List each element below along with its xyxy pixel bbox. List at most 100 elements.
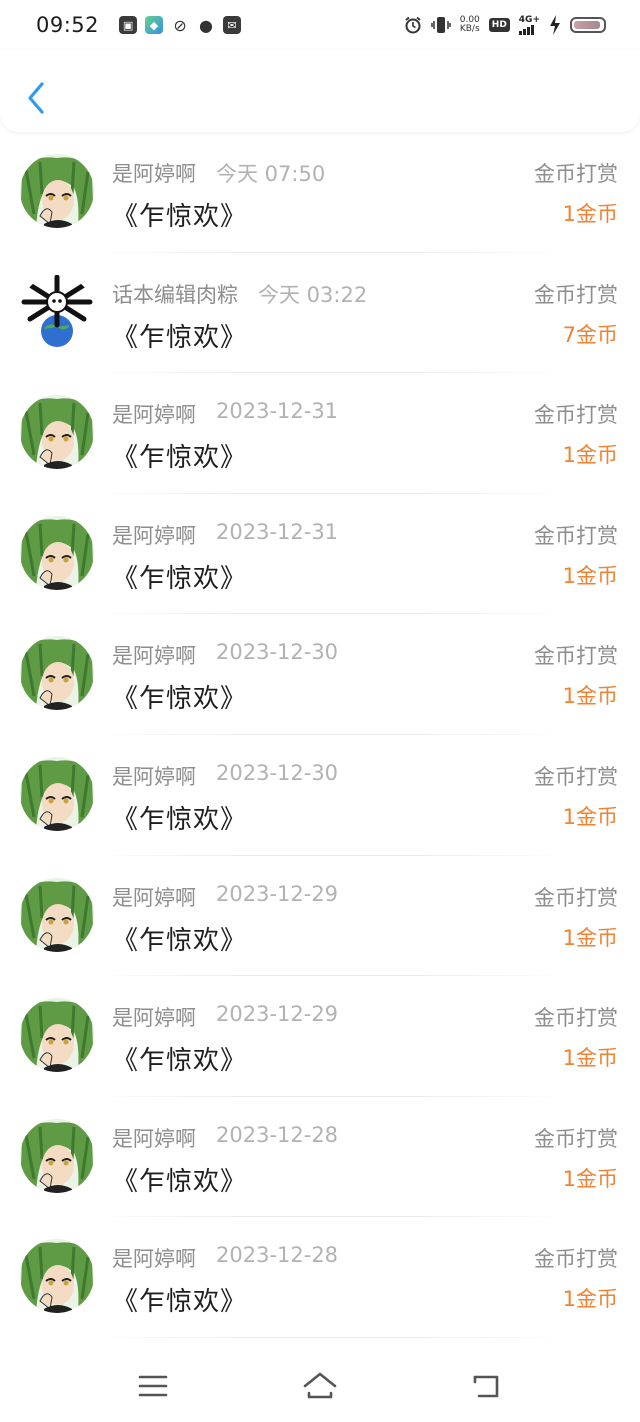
- user-name[interactable]: 是阿婷啊: [112, 761, 196, 791]
- reward-row[interactable]: 话本编辑肉粽 今天 03:22 《乍惊欢》 金币打赏 7金币: [0, 253, 640, 374]
- green-hair-anime-icon: [20, 395, 94, 470]
- reward-type: 金币打赏: [534, 1247, 618, 1272]
- user-name[interactable]: 是阿婷啊: [112, 399, 196, 429]
- menu-button[interactable]: [133, 1366, 173, 1406]
- nfc-icon: ▣: [119, 16, 138, 34]
- chevron-left-icon: [28, 82, 44, 114]
- reward-type: 金币打赏: [534, 644, 618, 669]
- meta-line: 是阿婷啊 2023-12-31: [112, 399, 338, 429]
- reward-time: 2023-12-28: [216, 1243, 339, 1268]
- green-hair-anime-avatar[interactable]: [20, 515, 94, 590]
- green-hair-anime-avatar[interactable]: [20, 756, 94, 831]
- user-name[interactable]: 是阿婷啊: [112, 1002, 196, 1032]
- green-hair-anime-icon: [20, 756, 94, 831]
- green-hair-anime-icon: [20, 1239, 94, 1314]
- cellular-signal: 4G+: [518, 15, 540, 35]
- menu-icon: [139, 1375, 168, 1397]
- meta-line: 是阿婷啊 2023-12-31: [112, 520, 338, 550]
- reward-time: 2023-12-31: [216, 519, 339, 544]
- reward-amount: 1金币: [562, 443, 618, 468]
- green-hair-anime-icon: [20, 636, 94, 711]
- book-title: 《乍惊欢》: [112, 322, 248, 353]
- reward-time: 今天 07:50: [216, 162, 326, 186]
- reward-amount: 1金币: [562, 684, 618, 709]
- reward-row[interactable]: 是阿婷啊 2023-12-30 《乍惊欢》 金币打赏 1金币: [0, 614, 640, 735]
- green-hair-anime-icon: [20, 1118, 94, 1193]
- alarm-icon: [405, 16, 421, 34]
- reward-type: 金币打赏: [534, 162, 618, 186]
- reward-amount: 1金币: [562, 1046, 618, 1071]
- green-hair-anime-avatar[interactable]: [20, 998, 94, 1073]
- user-name[interactable]: 是阿婷啊: [112, 520, 196, 550]
- reward-amount: 1金币: [562, 563, 618, 588]
- reward-time: 2023-12-30: [216, 760, 339, 785]
- green-hair-anime-avatar[interactable]: [20, 636, 94, 711]
- user-name[interactable]: 是阿婷啊: [112, 1123, 196, 1153]
- back-nav-button[interactable]: [467, 1366, 507, 1406]
- reward-row[interactable]: 是阿婷啊 2023-12-31 《乍惊欢》 金币打赏 1金币: [0, 494, 640, 615]
- reward-time: 今天 03:22: [258, 282, 368, 307]
- book-title: 《乍惊欢》: [112, 684, 248, 715]
- reward-row[interactable]: 是阿婷啊 2023-12-29 《乍惊欢》 金币打赏 1金币: [0, 856, 640, 977]
- reward-row[interactable]: 是阿婷啊 2023-12-28 《乍惊欢》 金币打赏 1金币: [0, 1217, 640, 1338]
- notification-icons: ▣ ◆ ⊘ ● ✉: [119, 16, 242, 35]
- back-button[interactable]: [22, 80, 50, 116]
- green-hair-anime-icon: [20, 998, 94, 1073]
- battery-icon: [570, 17, 606, 33]
- reward-amount: 1金币: [562, 1287, 618, 1312]
- book-title: 《乍惊欢》: [112, 202, 248, 232]
- reward-type: 金币打赏: [534, 403, 618, 428]
- reward-time: 2023-12-31: [216, 399, 339, 424]
- row-divider: [110, 1336, 550, 1338]
- meta-line: 是阿婷啊 2023-12-30: [112, 640, 338, 670]
- user-name[interactable]: 是阿婷啊: [112, 1243, 196, 1273]
- reward-row[interactable]: 是阿婷啊 2023-12-28 《乍惊欢》 金币打赏 1金币: [0, 1097, 640, 1218]
- book-title: 《乍惊欢》: [112, 925, 248, 956]
- reward-time: 2023-12-28: [216, 1122, 339, 1147]
- reward-row[interactable]: 是阿婷啊 2023-12-29 《乍惊欢》 金币打赏 1金币: [0, 976, 640, 1097]
- green-hair-anime-avatar[interactable]: [20, 1118, 94, 1193]
- book-title: 《乍惊欢》: [112, 1287, 248, 1318]
- status-left: 09:52 ▣ ◆ ⊘ ● ✉: [36, 13, 242, 37]
- reward-row[interactable]: 是阿婷啊 2023-12-31 《乍惊欢》 金币打赏 1金币: [0, 373, 640, 494]
- green-hair-anime-avatar[interactable]: [20, 395, 94, 470]
- mail-icon: ✉: [223, 16, 242, 34]
- network-type-label: 4G+: [518, 15, 540, 25]
- book-title: 《乍惊欢》: [112, 443, 248, 474]
- user-name[interactable]: 是阿婷啊: [112, 158, 196, 188]
- battery-fill: [574, 21, 600, 29]
- home-icon: [303, 1372, 337, 1399]
- hd-badge: HD: [488, 18, 510, 32]
- meta-line: 是阿婷啊 2023-12-29: [112, 1002, 338, 1032]
- reward-row[interactable]: 是阿婷啊 今天 07:50 《乍惊欢》 金币打赏 1金币: [0, 132, 640, 253]
- green-hair-anime-avatar[interactable]: [20, 877, 94, 952]
- reward-type: 金币打赏: [534, 1006, 618, 1031]
- globe-skull-avatar[interactable]: [20, 274, 94, 349]
- meta-line: 是阿婷啊 2023-12-29: [112, 882, 338, 912]
- user-name[interactable]: 是阿婷啊: [112, 640, 196, 670]
- globe-skull-icon: [21, 274, 93, 347]
- user-name[interactable]: 是阿婷啊: [112, 882, 196, 912]
- user-name[interactable]: 话本编辑肉粽: [112, 279, 238, 309]
- green-hair-anime-avatar[interactable]: [20, 154, 94, 228]
- book-title: 《乍惊欢》: [112, 1046, 248, 1077]
- reward-type: 金币打赏: [534, 764, 618, 789]
- reward-amount: 7金币: [562, 322, 618, 347]
- meta-line: 是阿婷啊 今天 07:50: [112, 158, 325, 188]
- green-hair-anime-icon: [20, 515, 94, 590]
- status-bar: 09:52 ▣ ◆ ⊘ ● ✉ 0.00 KB/s HD 4G+: [0, 0, 640, 50]
- reward-time: 2023-12-29: [216, 1002, 339, 1027]
- reward-type: 金币打赏: [534, 1126, 618, 1151]
- green-hair-anime-icon: [20, 154, 94, 228]
- home-button[interactable]: [300, 1366, 340, 1406]
- green-hair-anime-icon: [20, 877, 94, 952]
- book-title: 《乍惊欢》: [112, 563, 248, 594]
- reward-row[interactable]: 是阿婷啊 2023-12-30 《乍惊欢》 金币打赏 1金币: [0, 735, 640, 856]
- reward-amount: 1金币: [562, 1166, 618, 1191]
- reward-amount: 1金币: [562, 202, 618, 226]
- green-hair-anime-avatar[interactable]: [20, 1239, 94, 1314]
- meta-line: 是阿婷啊 2023-12-30: [112, 761, 338, 791]
- book-title: 《乍惊欢》: [112, 1166, 248, 1197]
- reward-time: 2023-12-30: [216, 640, 339, 665]
- book-title: 《乍惊欢》: [112, 804, 248, 835]
